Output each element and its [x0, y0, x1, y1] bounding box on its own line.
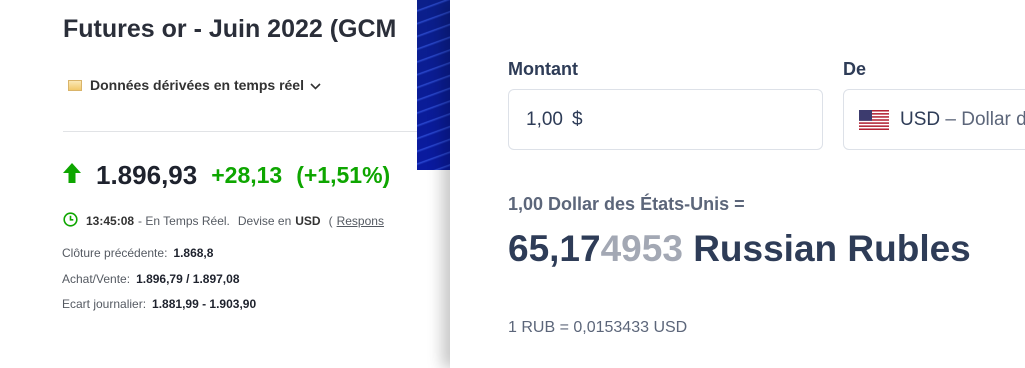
futures-quote-panel: Futures or - Juin 2022 (GCM Données déri…: [0, 0, 420, 368]
price-line: 1.896,93 +28,13 (+1,51%): [62, 160, 404, 191]
responsibility-link[interactable]: Respons: [337, 214, 384, 228]
data-source-flag-icon: [68, 79, 82, 91]
amount-label: Montant: [508, 59, 578, 79]
stat-day-range: Ecart journalier: 1.881,99 - 1.903,90: [62, 297, 256, 311]
amount-value: 1,00: [526, 108, 563, 130]
instrument-title: Futures or - Juin 2022 (GCM: [63, 15, 397, 43]
price-change: +28,13: [211, 162, 283, 188]
divider: [63, 131, 420, 132]
conversion-result: 65,174953 Russian Rubles: [508, 228, 971, 270]
result-faded-digits: 4953: [600, 228, 683, 269]
inverse-rate-text: 1 RUB = 0,0153433 USD: [508, 319, 688, 336]
currency-prefix: Devise en: [237, 214, 292, 228]
clock-icon: [63, 212, 78, 230]
stat-value: 1.881,99 - 1.903,90: [152, 297, 257, 311]
last-price: 1.896,93: [96, 160, 198, 190]
quote-time: 13:45:08: [86, 214, 135, 228]
stat-previous-close: Clôture précédente: 1.868,8: [62, 246, 213, 260]
realtime-data-dropdown[interactable]: Données dérivées en temps réel: [68, 77, 321, 93]
conversion-from-text: 1,00 Dollar des États-Unis =: [508, 194, 745, 214]
stat-value: 1.896,79 / 1.897,08: [136, 272, 240, 286]
amount-input[interactable]: 1,00 $: [508, 89, 823, 150]
from-currency-code: USD: [900, 108, 941, 130]
chevron-down-icon: [310, 77, 321, 93]
us-flag-icon: [859, 109, 889, 130]
responsibility-paren: (: [328, 214, 333, 228]
realtime-data-label: Données dérivées en temps réel: [90, 77, 304, 93]
blue-banner-strip: [417, 0, 450, 170]
stat-bid-ask: Achat/Vente: 1.896,79 / 1.897,08: [62, 272, 240, 286]
price-change-percent: (+1,51%): [296, 162, 391, 188]
stat-label: Achat/Vente:: [62, 272, 131, 286]
currency-converter-panel: Montant De 1,00 $ USD – Dollar d 1,00 Do…: [450, 0, 1025, 368]
result-main-digits: 65,17: [508, 228, 601, 269]
stat-label: Ecart journalier:: [62, 297, 147, 311]
from-label: De: [843, 59, 867, 79]
amount-currency-symbol: $: [571, 108, 583, 130]
arrow-up-icon: [62, 162, 82, 189]
stat-value: 1.868,8: [173, 246, 214, 260]
from-currency-name: – Dollar d: [945, 108, 1025, 130]
result-currency-name: Russian Rubles: [693, 228, 971, 269]
stat-label: Clôture précédente:: [62, 246, 168, 260]
quote-time-info: 13:45:08 - En Temps Réel. Devise en USD …: [63, 212, 384, 230]
from-currency-select[interactable]: USD – Dollar d: [843, 89, 1025, 150]
quote-currency: USD: [295, 214, 321, 228]
quote-time-suffix: - En Temps Réel.: [138, 214, 230, 228]
